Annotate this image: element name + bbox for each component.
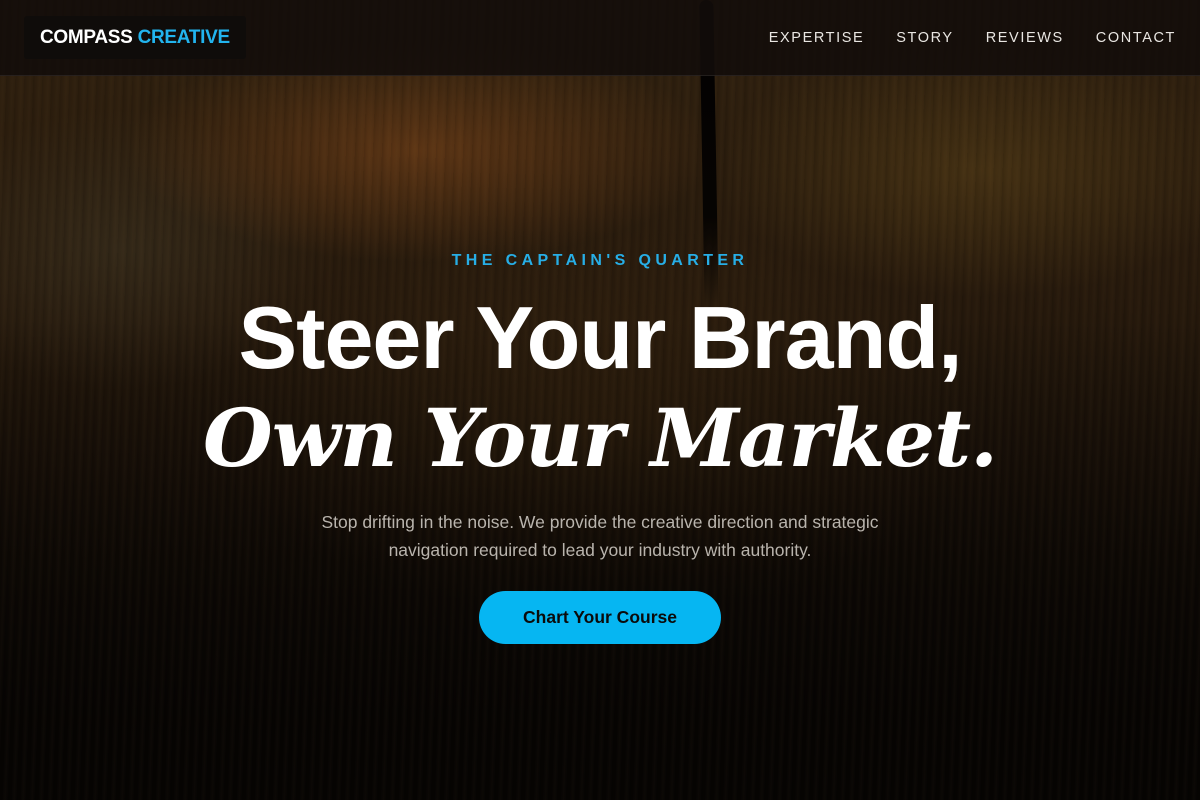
nav-link-expertise[interactable]: EXPERTISE	[769, 30, 865, 46]
hero-headline-line2: Own Your Market.	[203, 391, 998, 485]
hero-headline-line1: Steer Your Brand,	[238, 288, 962, 387]
brand-logo[interactable]: COMPASS CREATIVE	[24, 16, 246, 59]
logo-text-accent: CREATIVE	[137, 26, 231, 48]
hero-subtext: Stop drifting in the noise. We provide t…	[321, 512, 879, 560]
nav-link-reviews[interactable]: REVIEWS	[986, 30, 1064, 46]
hero-eyebrow: THE CAPTAIN'S QUARTER	[451, 252, 749, 269]
hero-content: THE CAPTAIN'S QUARTER Steer Your Brand, …	[0, 0, 1200, 800]
site-header: COMPASS CREATIVE EXPERTISE STORY REVIEWS…	[0, 0, 1200, 76]
chart-your-course-button[interactable]: Chart Your Course	[479, 591, 721, 644]
nav-link-contact[interactable]: CONTACT	[1096, 30, 1176, 46]
logo-text-primary: COMPASS	[40, 26, 133, 48]
nav-link-story[interactable]: STORY	[896, 30, 953, 46]
main-nav: EXPERTISE STORY REVIEWS CONTACT	[737, 0, 1176, 76]
